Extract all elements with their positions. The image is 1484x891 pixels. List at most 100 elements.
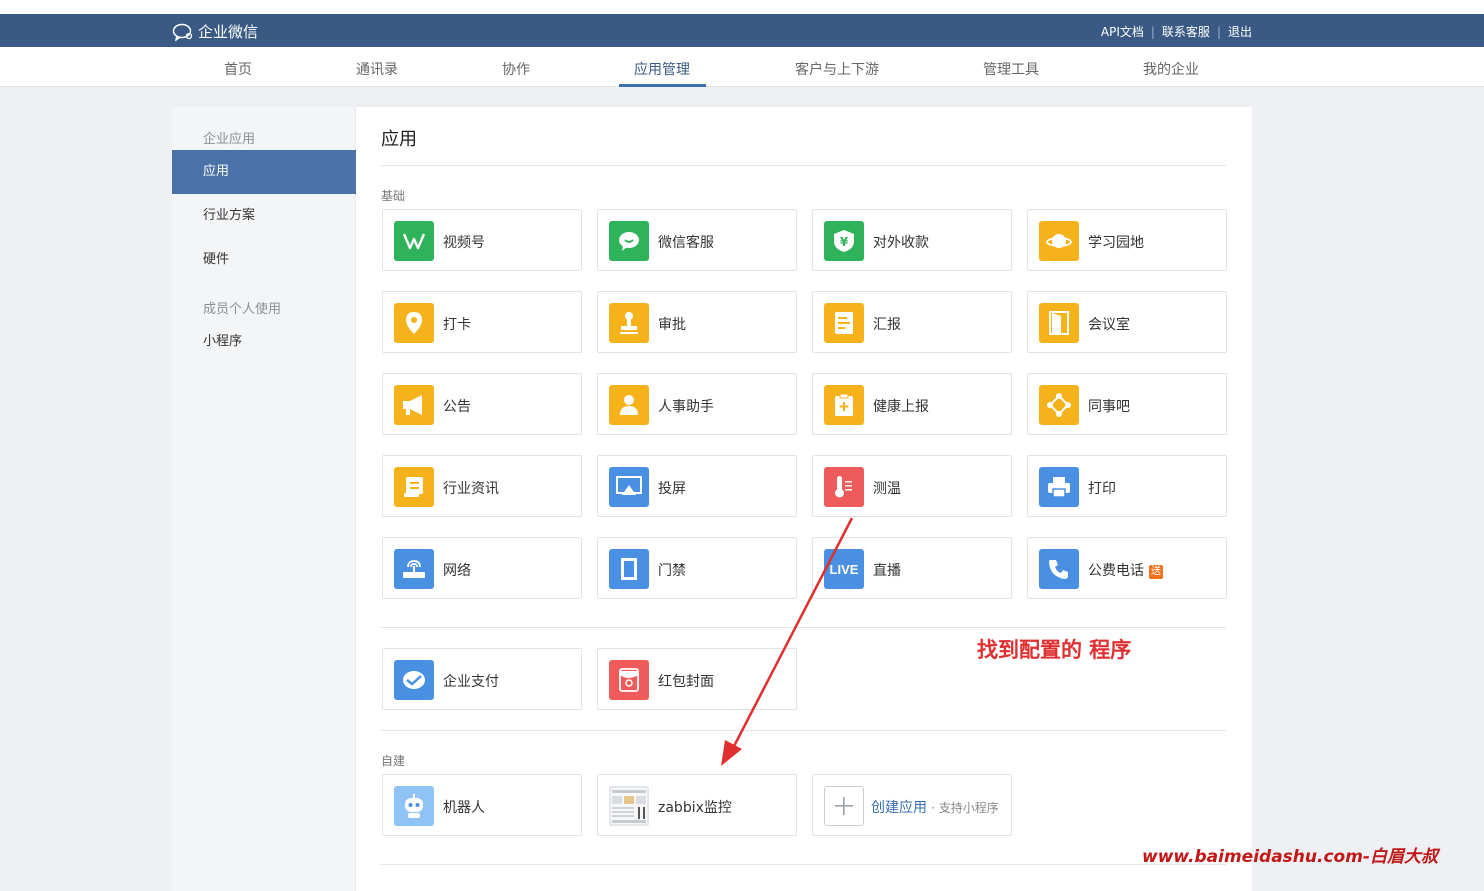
contact-support-link[interactable]: 联系客服: [1162, 23, 1210, 40]
app-card-meeting-room[interactable]: 会议室: [1027, 291, 1227, 353]
app-card-robot[interactable]: 机器人: [382, 774, 582, 836]
page-title: 应用: [381, 129, 417, 150]
chat-bubble-icon: [609, 221, 649, 261]
app-label: 审批: [658, 317, 686, 333]
screen-cast-icon: [609, 467, 649, 507]
tab-collaboration[interactable]: 协作: [502, 59, 530, 79]
thermometer-icon: [824, 467, 864, 507]
app-label: 同事吧: [1088, 399, 1130, 415]
app-label: 机器人: [443, 800, 485, 816]
health-clipboard-icon: [824, 385, 864, 425]
create-app-subtext: · 支持小程序: [931, 801, 999, 815]
phone-icon: [1039, 549, 1079, 589]
door-icon: [1039, 303, 1079, 343]
sidebar-item-hardware[interactable]: 硬件: [172, 238, 356, 282]
live-icon-text: LIVE: [829, 561, 859, 577]
live-icon: LIVE: [824, 549, 864, 589]
app-label: 打印: [1088, 481, 1116, 497]
app-label: 汇报: [873, 317, 901, 333]
app-label: 会议室: [1088, 317, 1130, 333]
app-card-external-payment[interactable]: ¥ 对外收款: [812, 209, 1012, 271]
robot-icon: [394, 786, 434, 826]
create-app-button[interactable]: 创建应用 · 支持小程序: [812, 774, 1012, 836]
tab-contacts[interactable]: 通讯录: [356, 59, 398, 79]
app-label: 健康上报: [873, 399, 929, 415]
payment-icon: [394, 660, 434, 700]
app-card-learning[interactable]: 学习园地: [1027, 209, 1227, 271]
divider: |: [1150, 24, 1155, 39]
section-custom-label: 自建: [381, 754, 406, 768]
app-label-text: 公费电话: [1088, 563, 1144, 579]
tab-customers[interactable]: 客户与上下游: [795, 59, 879, 79]
title-divider: [381, 165, 1226, 166]
app-card-industry-news[interactable]: 行业资讯: [382, 455, 582, 517]
printer-icon: [1039, 467, 1079, 507]
tab-home[interactable]: 首页: [224, 59, 252, 79]
create-app-link[interactable]: 创建应用: [871, 800, 927, 816]
router-icon: [394, 549, 434, 589]
create-app-label: 创建应用 · 支持小程序: [871, 797, 999, 817]
brand-logo[interactable]: 企业微信: [172, 21, 258, 42]
sidebar-item-apps[interactable]: 应用: [172, 150, 356, 194]
door-access-icon: [609, 549, 649, 589]
app-label: 红包封面: [658, 674, 714, 690]
planet-icon: [1039, 221, 1079, 261]
app-label: 对外收款: [873, 235, 929, 251]
sidebar-item-industry-solutions[interactable]: 行业方案: [172, 194, 356, 238]
content-panel: 企业应用 应用 行业方案 硬件 成员个人使用 小程序 应用 基础 视频号 微信客…: [172, 107, 1252, 891]
dashboard-thumbnail-icon: [609, 786, 649, 826]
app-label: 企业支付: [443, 674, 499, 690]
app-card-colleague-forum[interactable]: 同事吧: [1027, 373, 1227, 435]
main-nav: 首页 通讯录 协作 应用管理 客户与上下游 管理工具 我的企业: [0, 47, 1484, 87]
sidebar-group-personal-use: 成员个人使用: [203, 302, 282, 317]
sidebar-item-miniprograms[interactable]: 小程序: [172, 320, 356, 364]
app-label: 公费电话送: [1088, 560, 1163, 580]
network-nodes-icon: [1039, 385, 1079, 425]
app-label: 视频号: [443, 235, 485, 251]
brand-name: 企业微信: [198, 23, 259, 41]
top-links: API文档 | 联系客服 | 退出: [1101, 23, 1252, 40]
app-card-red-packet-cover[interactable]: 红包封面: [597, 648, 797, 710]
app-label: 直播: [873, 563, 901, 579]
app-card-health-report[interactable]: 健康上报: [812, 373, 1012, 435]
app-card-check-in[interactable]: 打卡: [382, 291, 582, 353]
api-docs-link[interactable]: API文档: [1101, 23, 1144, 40]
app-card-report[interactable]: 汇报: [812, 291, 1012, 353]
app-card-approval[interactable]: 审批: [597, 291, 797, 353]
app-card-access-control[interactable]: 门禁: [597, 537, 797, 599]
app-card-print[interactable]: 打印: [1027, 455, 1227, 517]
app-card-wechat-support[interactable]: 微信客服: [597, 209, 797, 271]
section-divider: [381, 730, 1226, 731]
app-card-screen-cast[interactable]: 投屏: [597, 455, 797, 517]
app-label: 测温: [873, 481, 901, 497]
yuan-shield-icon: ¥: [824, 221, 864, 261]
tab-my-enterprise[interactable]: 我的企业: [1143, 59, 1199, 79]
section-basic-label: 基础: [381, 189, 406, 203]
top-bar: 企业微信 API文档 | 联系客服 | 退出: [0, 14, 1484, 47]
app-card-live[interactable]: LIVE 直播: [812, 537, 1012, 599]
app-card-enterprise-payment[interactable]: 企业支付: [382, 648, 582, 710]
app-card-channels[interactable]: 视频号: [382, 209, 582, 271]
logout-link[interactable]: 退出: [1228, 23, 1252, 40]
watermark: www.baimeidashu.com-白眉大叔: [1142, 847, 1438, 867]
gift-badge: 送: [1149, 565, 1163, 579]
active-tab-indicator: [619, 84, 706, 87]
tab-app-management[interactable]: 应用管理: [634, 59, 690, 79]
app-label: 行业资讯: [443, 481, 499, 497]
tab-management-tools[interactable]: 管理工具: [983, 59, 1039, 79]
app-card-network[interactable]: 网络: [382, 537, 582, 599]
section-divider: [381, 627, 1226, 628]
sidebar: 企业应用 应用 行业方案 硬件 成员个人使用 小程序: [172, 107, 356, 891]
app-card-announcement[interactable]: 公告: [382, 373, 582, 435]
app-card-paid-phone[interactable]: 公费电话送: [1027, 537, 1227, 599]
app-label: 学习园地: [1088, 235, 1144, 251]
app-label: 公告: [443, 399, 471, 415]
app-card-hr-assistant[interactable]: 人事助手: [597, 373, 797, 435]
sidebar-group-enterprise-apps: 企业应用: [203, 132, 256, 147]
app-card-zabbix-monitor[interactable]: zabbix监控: [597, 774, 797, 836]
divider: |: [1216, 24, 1221, 39]
app-card-temperature[interactable]: 测温: [812, 455, 1012, 517]
location-pin-icon: [394, 303, 434, 343]
app-label: 人事助手: [658, 399, 714, 415]
app-label: 投屏: [658, 481, 686, 497]
